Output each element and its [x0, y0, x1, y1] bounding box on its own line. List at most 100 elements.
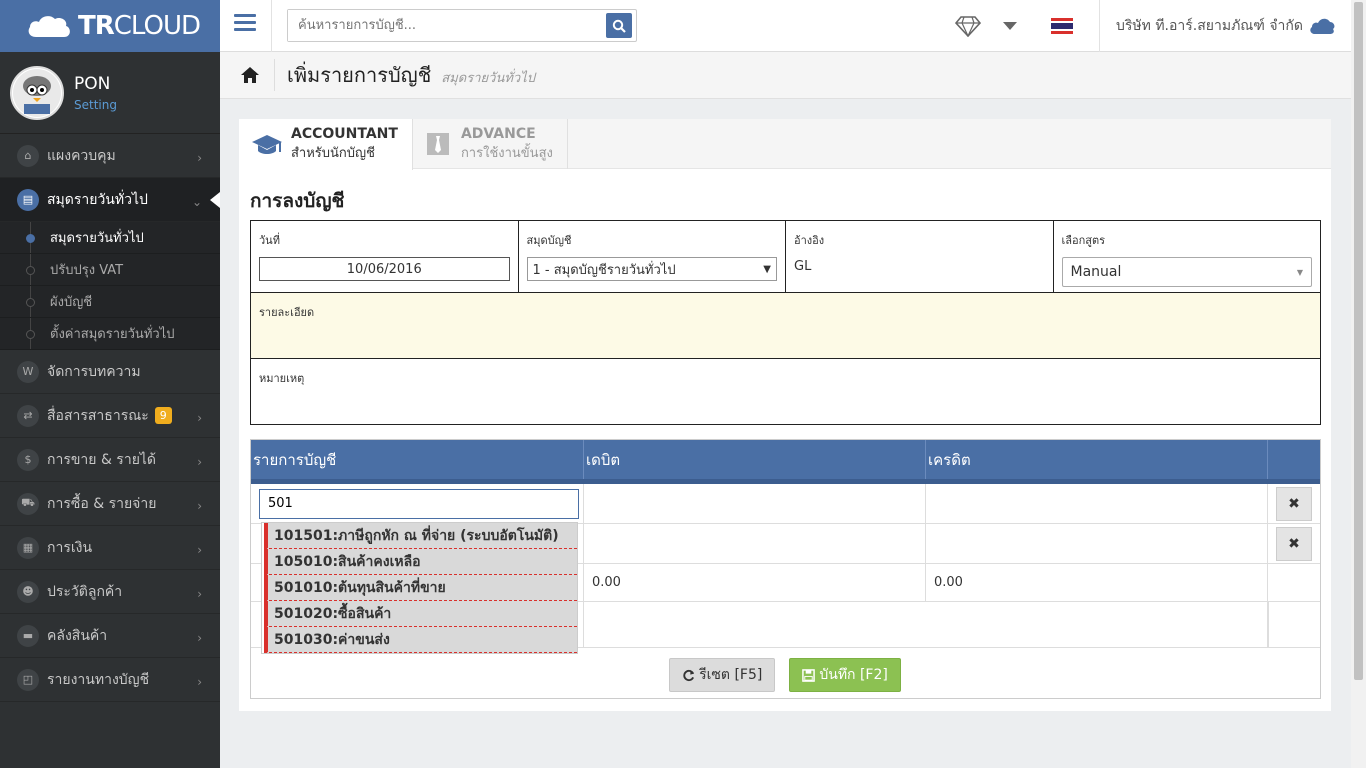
cart-icon: ⛟	[17, 492, 39, 515]
users-icon: ☻	[17, 580, 39, 603]
diamond-icon[interactable]	[955, 15, 981, 37]
brand-name: TRCLOUD	[78, 11, 201, 41]
suggestion-item[interactable]: 101501:ภาษีถูกหัก ณ ที่จ่าย (ระบบอัตโนมั…	[264, 523, 577, 549]
sidebar-subitem-journal-settings[interactable]: ตั้งค่าสมุดรายวันทั่วไป	[0, 318, 220, 350]
wordpress-icon: W	[17, 360, 39, 383]
sidebar-item-customers[interactable]: ☻ ประวัติลูกค้า ›	[0, 570, 220, 614]
remark-field[interactable]: หมายเหตุ	[251, 358, 1320, 424]
sidebar-item-reports[interactable]: ◰ รายงานทางบัญชี ›	[0, 658, 220, 702]
setting-link[interactable]: Setting	[74, 98, 117, 112]
column-header-credit: เครดิต	[926, 440, 1268, 479]
chevron-right-icon: ›	[197, 543, 202, 557]
total-debit: 0.00	[584, 564, 926, 601]
save-button[interactable]: บันทึก [F2]	[789, 658, 901, 692]
chevron-right-icon: ›	[197, 499, 202, 513]
delete-row-button[interactable]: ✖	[1276, 526, 1312, 561]
sidebar-item-public-relations[interactable]: ⇄ สื่อสารสาธารณะ 9 ›	[0, 394, 220, 438]
detail-field[interactable]: รายละเอียด	[251, 292, 1320, 358]
close-icon: ✖	[1288, 495, 1300, 512]
calendar-icon: ▦	[17, 536, 39, 559]
sidebar-subitem-label: ตั้งค่าสมุดรายวันทั่วไป	[50, 327, 175, 342]
debit-cell[interactable]	[584, 484, 926, 523]
sidebar-item-inventory[interactable]: ▬ คลังสินค้า ›	[0, 614, 220, 658]
sidebar-item-label: การเงิน	[47, 539, 93, 556]
account-suggestions: 101501:ภาษีถูกหัก ณ ที่จ่าย (ระบบอัตโนมั…	[261, 522, 578, 654]
sidebar-item-finance[interactable]: ▦ การเงิน ›	[0, 526, 220, 570]
book-label: สมุดบัญชี	[526, 234, 572, 247]
credit-cell[interactable]	[926, 524, 1268, 563]
tab-bar: ACCOUNTANT สำหรับนักบัญชี ADVANCE การใช้งา…	[239, 119, 1331, 170]
reset-button[interactable]: รีเซต [F5]	[669, 658, 776, 692]
journal-entry-card: ACCOUNTANT สำหรับนักบัญชี ADVANCE การใช้งา…	[239, 119, 1331, 711]
sidebar-subitem-label: ผังบัญชี	[50, 295, 93, 310]
user-name: PON	[74, 73, 111, 94]
page-title: เพิ่มรายการบัญชี	[274, 59, 431, 91]
bullet-icon	[26, 298, 35, 307]
suggestion-item[interactable]: 501020:ซื้อสินค้า	[264, 601, 577, 627]
suggestion-item[interactable]: 501010:ต้นทุนสินค้าที่ขาย	[264, 575, 577, 601]
dropdown-arrow-icon: ▼	[763, 263, 771, 275]
sidebar-subitem-general-journal[interactable]: สมุดรายวันทั่วไป	[0, 222, 220, 254]
page-scrollbar[interactable]	[1351, 0, 1366, 768]
sidebar-subitem-chart-of-accounts[interactable]: ผังบัญชี	[0, 286, 220, 318]
tab-subtitle: การใช้งานขั้นสูง	[460, 145, 553, 161]
page-subtitle: สมุดรายวันทั่วไป	[441, 70, 535, 86]
sidebar-item-label: การขาย & รายได้	[47, 451, 157, 468]
section-title: การลงบัญชี	[250, 190, 345, 212]
sidebar-subitem-vat[interactable]: ปรับปรุง VAT	[0, 254, 220, 286]
company-name: บริษัท ที.อาร์.สยามภัณฑ์ จำกัด	[1116, 18, 1303, 34]
bullet-icon	[26, 266, 35, 275]
tab-title: ACCOUNTANT	[291, 126, 398, 142]
formula-select[interactable]: Manual ▼	[1061, 257, 1312, 287]
thai-flag-icon[interactable]	[1051, 18, 1073, 35]
save-icon	[802, 668, 816, 682]
chevron-right-icon: ›	[197, 411, 202, 425]
caret-down-icon[interactable]	[1003, 21, 1017, 31]
search-button[interactable]	[606, 13, 632, 38]
suggestion-item[interactable]: 105010:สินค้าคงเหลือ	[264, 549, 577, 575]
sidebar-item-general-journal[interactable]: ▤ สมุดรายวันทั่วไป ⌄	[0, 178, 220, 222]
tab-accountant[interactable]: ACCOUNTANT สำหรับนักบัญชี	[239, 119, 413, 170]
home-icon[interactable]	[240, 66, 260, 84]
credit-cell[interactable]	[926, 484, 1268, 523]
chevron-right-icon: ›	[197, 151, 202, 165]
book-select-value: 1 - สมุดบัญชีรายวันทั่วไป	[532, 262, 676, 278]
date-field[interactable]: 10/06/2016	[259, 257, 510, 281]
dollar-icon: $	[17, 448, 39, 471]
formula-cell: เลือกสูตร Manual ▼	[1054, 221, 1321, 292]
sidebar-item-label: สื่อสารสาธารณะ	[47, 407, 149, 424]
truck-icon: ▬	[17, 624, 39, 647]
search-input[interactable]	[288, 10, 598, 41]
search-icon	[612, 19, 626, 33]
date-label: วันที่	[259, 234, 280, 247]
sidebar-subitem-label: สมุดรายวันทั่วไป	[50, 231, 144, 246]
brand-logo[interactable]: TRCLOUD	[0, 0, 220, 52]
remark-label: หมายเหตุ	[259, 372, 305, 385]
sidebar-item-label: แผงควบคุม	[47, 147, 116, 164]
book-select[interactable]: 1 - สมุดบัญชีรายวันทั่วไป ▼	[526, 257, 777, 281]
tab-title: ADVANCE	[460, 125, 536, 142]
debit-cell[interactable]	[584, 524, 926, 563]
reset-button-label: รีเซต [F5]	[699, 667, 763, 683]
reference-cell: อ้างอิง GL	[786, 221, 1054, 292]
detail-label: รายละเอียด	[259, 306, 315, 319]
suggestion-item[interactable]: 501030:ค่าขนส่ง	[264, 627, 577, 653]
menu-toggle-icon[interactable]	[234, 14, 256, 34]
delete-row-button[interactable]: ✖	[1276, 486, 1312, 521]
account-input[interactable]	[259, 488, 579, 519]
chevron-right-icon: ›	[197, 631, 202, 645]
sidebar-item-sales[interactable]: $ การขาย & รายได้ ›	[0, 438, 220, 482]
sidebar-item-dashboard[interactable]: ⌂ แผงควบคุม ›	[0, 134, 220, 178]
notification-badge: 9	[154, 407, 172, 424]
sidebar-item-purchases[interactable]: ⛟ การซื้อ & รายจ่าย ›	[0, 482, 220, 526]
company-selector[interactable]: บริษัท ที.อาร์.สยามภัณฑ์ จำกัด	[1099, 0, 1351, 52]
sidebar-item-articles[interactable]: W จัดการบทความ	[0, 350, 220, 394]
chevron-right-icon: ›	[197, 675, 202, 689]
column-header-debit: เดบิต	[584, 440, 926, 479]
reference-label: อ้างอิง	[794, 234, 825, 247]
graduation-cap-icon	[252, 134, 282, 154]
avatar[interactable]	[10, 65, 64, 120]
tab-advance[interactable]: ADVANCE การใช้งานขั้นสูง	[413, 119, 568, 169]
dashboard-icon: ⌂	[17, 144, 39, 167]
user-profile: PON Setting	[0, 52, 220, 134]
